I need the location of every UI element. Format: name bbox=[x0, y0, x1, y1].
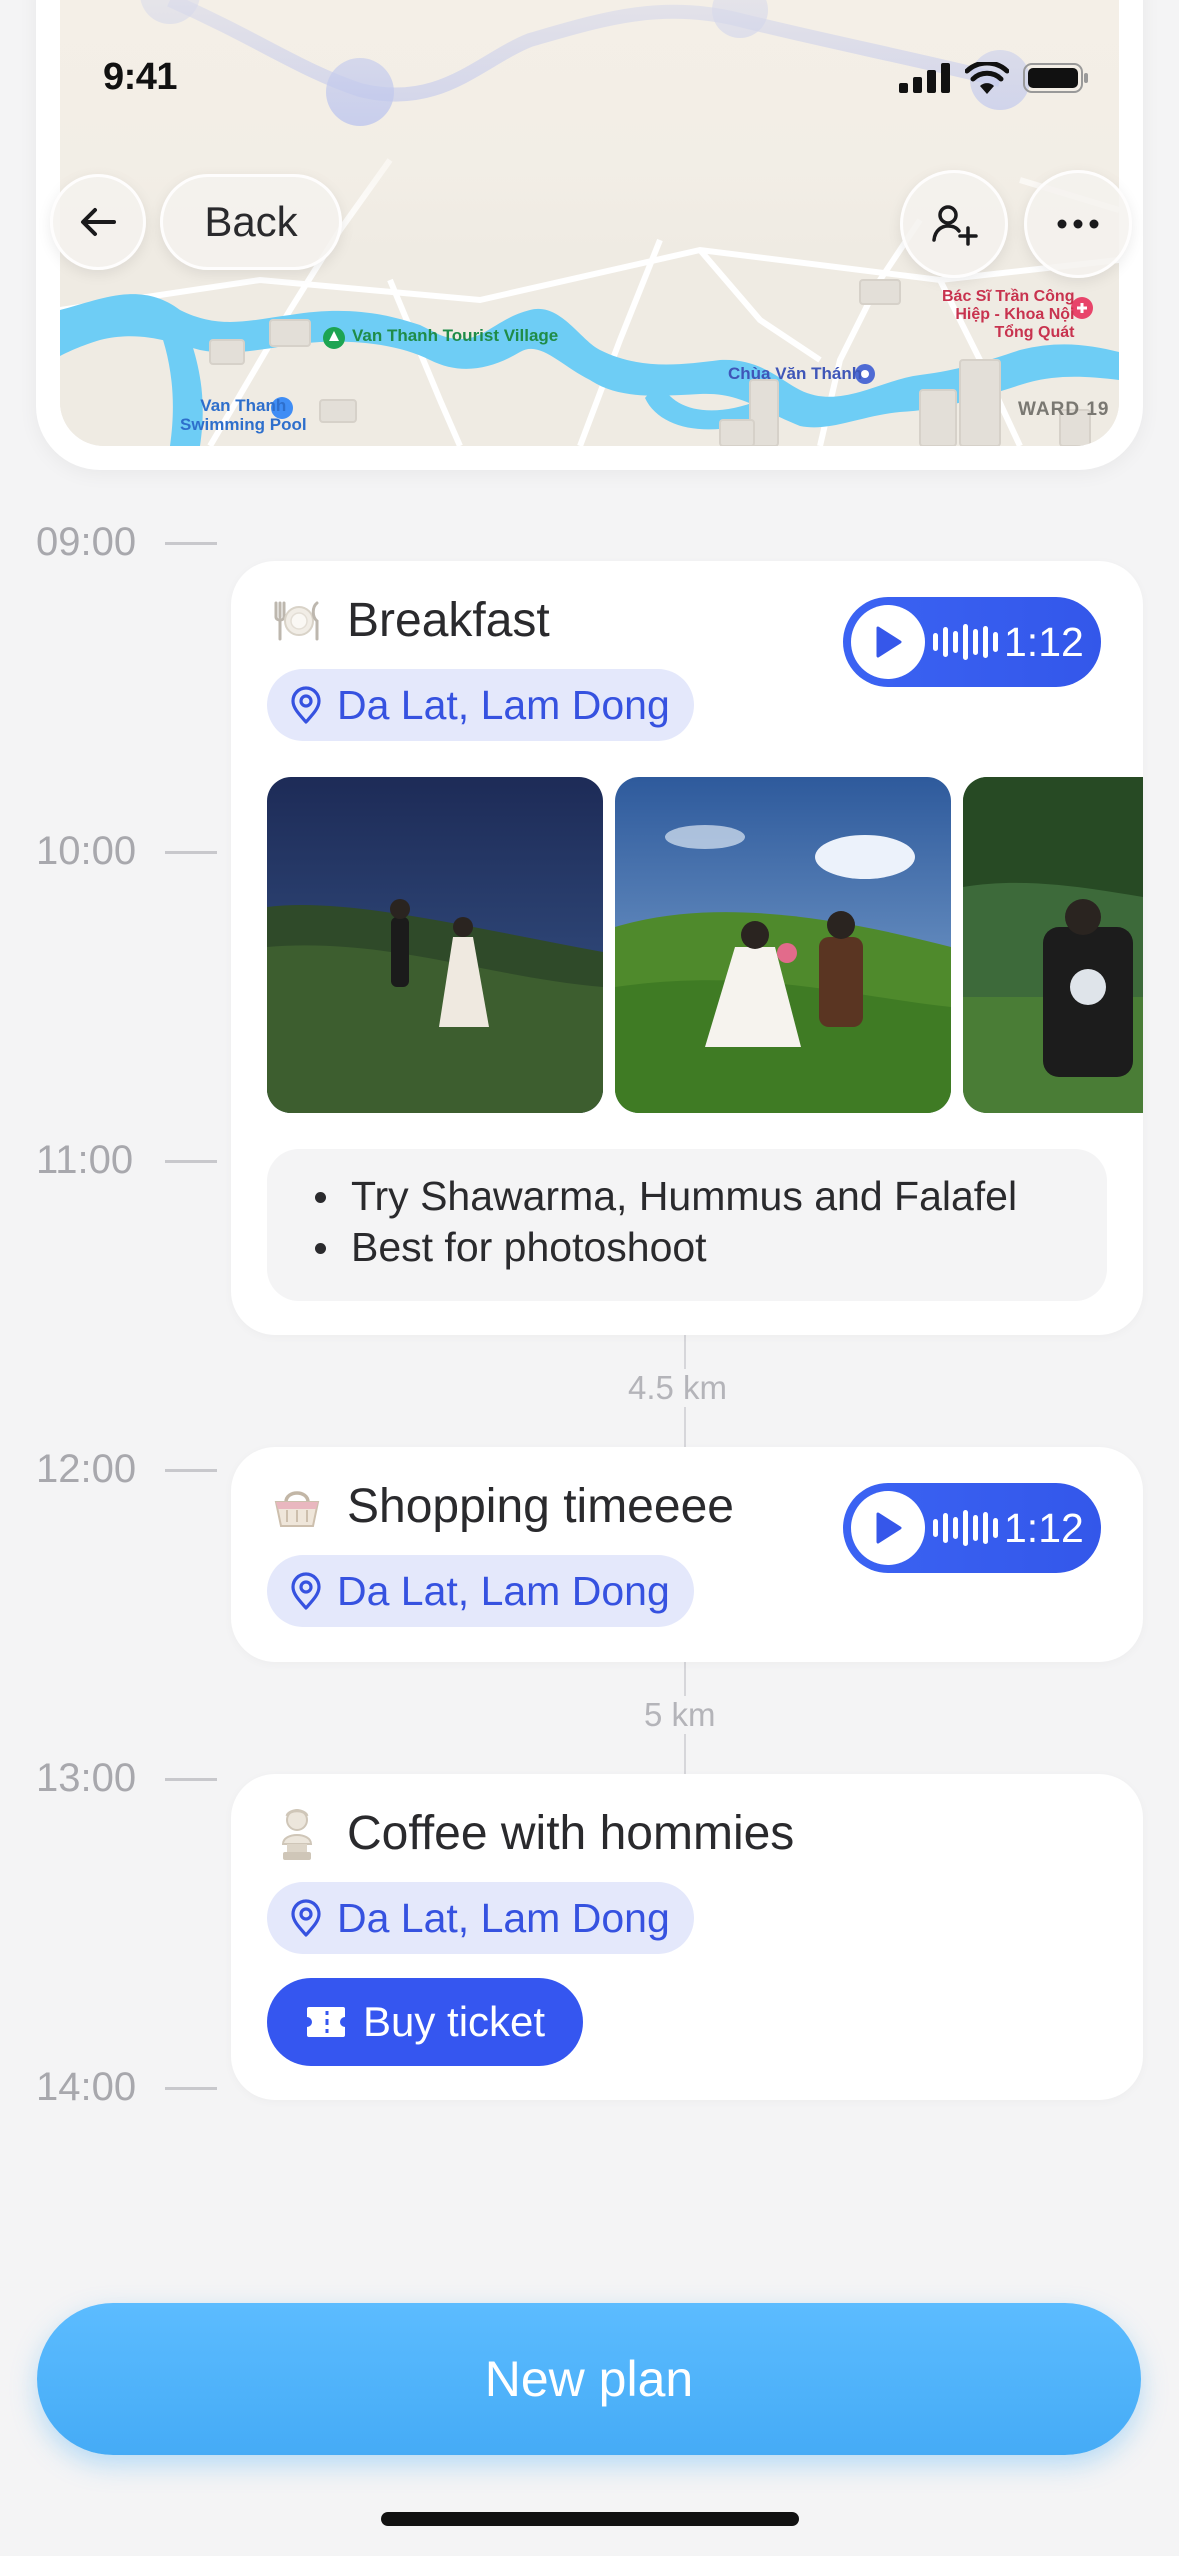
buy-ticket-button[interactable]: Buy ticket bbox=[267, 1978, 584, 2066]
location-text: Da Lat, Lam Dong bbox=[337, 681, 670, 728]
location-chip[interactable]: Da Lat, Lam Dong bbox=[267, 1555, 694, 1627]
status-bar: 9:41 bbox=[0, 0, 1179, 140]
event-card-coffee[interactable]: Coffee with hommies Da Lat, Lam Dong Buy… bbox=[231, 1774, 1143, 2100]
audio-duration: 1:12 bbox=[1004, 618, 1084, 665]
event-card-breakfast[interactable]: Breakfast 1:12 Da Lat, Lam Dong Try Shaw… bbox=[231, 561, 1143, 1335]
play-icon[interactable] bbox=[851, 605, 925, 679]
event-header: Shopping timeeee bbox=[271, 1479, 734, 1534]
hour-label: 11:00 bbox=[36, 1138, 134, 1182]
basket-icon bbox=[271, 1481, 323, 1533]
wifi-icon bbox=[965, 62, 1009, 94]
arrow-left-icon bbox=[81, 208, 116, 236]
location-pin-icon bbox=[291, 1572, 321, 1610]
map-poi-pool: Van Thanh Swimming Pool bbox=[180, 396, 307, 434]
location-pin-icon bbox=[291, 686, 321, 724]
hour-tick bbox=[165, 1778, 217, 1781]
location-pin-icon bbox=[291, 1899, 321, 1937]
buy-ticket-label: Buy ticket bbox=[363, 1998, 546, 2045]
location-text: Da Lat, Lam Dong bbox=[337, 1894, 670, 1941]
hour-tick bbox=[165, 542, 217, 545]
map-poi-pagoda: Chùa Văn Thánh bbox=[728, 364, 863, 383]
location-chip[interactable]: Da Lat, Lam Dong bbox=[267, 1882, 694, 1954]
new-plan-button[interactable]: New plan bbox=[37, 2303, 1141, 2455]
event-header: Coffee with hommies bbox=[271, 1806, 794, 1861]
more-horizontal-icon bbox=[1057, 219, 1099, 229]
more-options-button[interactable] bbox=[1024, 170, 1132, 278]
distance-label: 4.5 km bbox=[622, 1369, 734, 1407]
distance-label: 5 km bbox=[638, 1696, 722, 1734]
location-chip[interactable]: Da Lat, Lam Dong bbox=[267, 669, 694, 741]
plate-icon bbox=[271, 595, 323, 647]
hour-label: 09:00 bbox=[36, 520, 137, 564]
note-item: Try Shawarma, Hummus and Falafel bbox=[311, 1171, 1107, 1222]
event-photo[interactable] bbox=[267, 777, 603, 1113]
hour-label: 10:00 bbox=[36, 829, 137, 873]
back-button[interactable]: Back bbox=[160, 174, 342, 270]
note-item: Best for photoshoot bbox=[311, 1222, 1107, 1273]
map-ward-label: WARD 19 bbox=[1018, 399, 1110, 420]
map-poi-clinic: Bác Sĩ Trần Công Hiệp - Khoa Nội Tổng Qu… bbox=[942, 288, 1075, 341]
statue-icon bbox=[271, 1808, 323, 1860]
waveform-icon bbox=[933, 624, 998, 660]
user-plus-icon bbox=[932, 205, 978, 246]
event-photo[interactable] bbox=[963, 777, 1143, 1113]
event-card-shopping[interactable]: Shopping timeeee 1:12 Da Lat, Lam Dong bbox=[231, 1447, 1143, 1662]
battery-icon bbox=[1023, 63, 1088, 93]
waveform-icon bbox=[933, 1510, 998, 1546]
event-title: Breakfast bbox=[347, 594, 550, 647]
audio-note-player[interactable]: 1:12 bbox=[843, 1483, 1101, 1573]
signal-icon bbox=[899, 63, 950, 93]
event-header: Breakfast bbox=[271, 593, 550, 648]
event-title: Shopping timeeee bbox=[347, 1480, 734, 1533]
event-notes: Try Shawarma, Hummus and Falafel Best fo… bbox=[267, 1149, 1107, 1301]
audio-note-player[interactable]: 1:12 bbox=[843, 597, 1101, 687]
home-indicator bbox=[381, 2512, 799, 2526]
audio-duration: 1:12 bbox=[1004, 1504, 1084, 1551]
play-icon[interactable] bbox=[851, 1491, 925, 1565]
back-arrow-button[interactable] bbox=[50, 174, 146, 270]
hour-tick bbox=[165, 2087, 217, 2090]
hour-tick bbox=[165, 1469, 217, 1472]
hour-tick bbox=[165, 1160, 217, 1163]
map-poi-village: Van Thanh Tourist Village bbox=[352, 326, 559, 345]
ticket-icon bbox=[307, 2007, 345, 2037]
hour-label: 12:00 bbox=[36, 1447, 137, 1491]
location-text: Da Lat, Lam Dong bbox=[337, 1567, 670, 1614]
add-collaborator-button[interactable] bbox=[900, 170, 1008, 278]
hour-label: 14:00 bbox=[36, 2065, 137, 2109]
hour-label: 13:00 bbox=[36, 1756, 137, 1800]
status-icons bbox=[899, 62, 1089, 94]
event-photo[interactable] bbox=[615, 777, 951, 1113]
event-title: Coffee with hommies bbox=[347, 1807, 795, 1860]
hour-tick bbox=[165, 851, 217, 854]
status-time: 9:41 bbox=[103, 56, 178, 98]
